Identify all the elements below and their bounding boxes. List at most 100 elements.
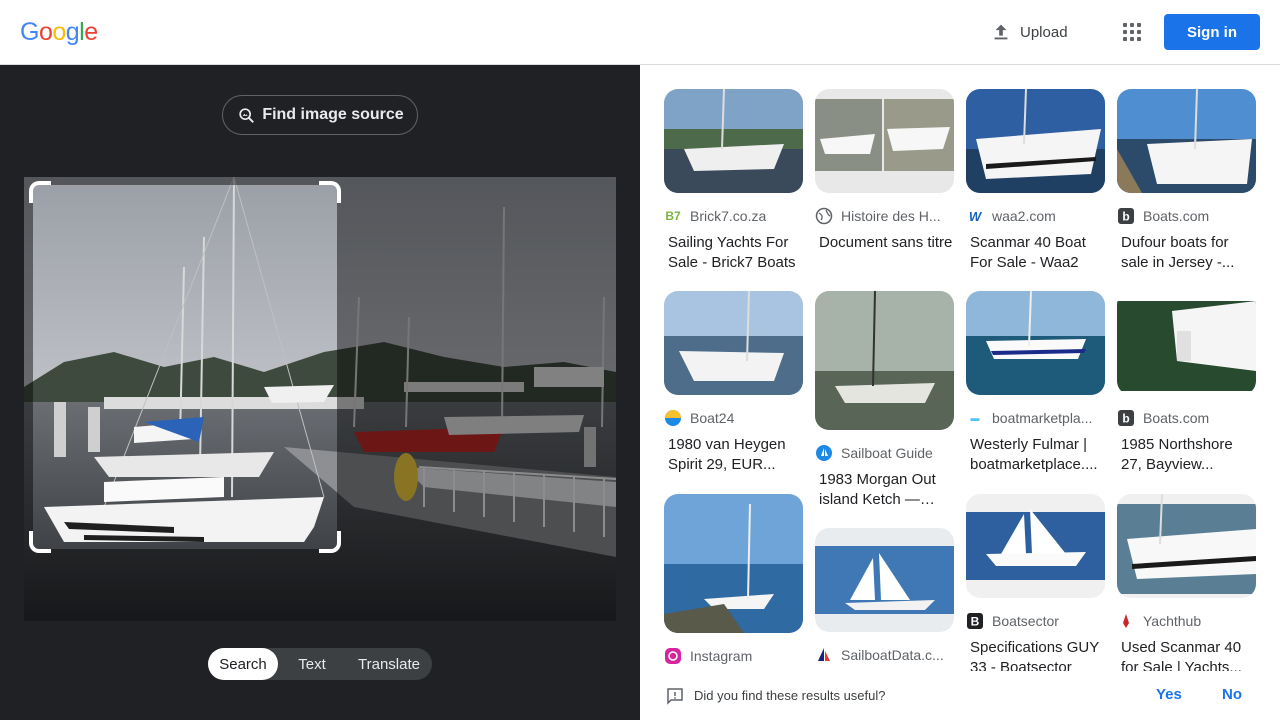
result-card[interactable]: Boat24 1980 van Heygen Spirit 29, EUR...	[664, 291, 803, 475]
apps-grid-icon[interactable]	[1120, 20, 1144, 44]
result-thumbnail[interactable]	[815, 528, 954, 632]
boatsector-favicon: B	[966, 612, 984, 630]
result-source: W waa2.com	[966, 207, 1105, 225]
mode-tabs: Search Text Translate	[208, 648, 432, 680]
result-thumbnail[interactable]	[1117, 89, 1256, 193]
svg-text:b: b	[1122, 210, 1129, 224]
result-title[interactable]: Dufour boats for sale in Jersey -...	[1117, 233, 1256, 273]
boat24-favicon	[664, 409, 682, 427]
result-thumbnail[interactable]	[815, 89, 954, 193]
feedback-question: Did you find these results useful?	[694, 688, 886, 703]
upload-icon	[994, 24, 1008, 40]
find-image-source-label: Find image source	[262, 106, 404, 123]
result-thumbnail[interactable]	[966, 89, 1105, 193]
result-source: Boat24	[664, 409, 803, 427]
result-source-name: boatmarketpla...	[992, 410, 1093, 426]
globe-icon	[815, 207, 833, 225]
boatmarketplace-favicon: ▬	[970, 413, 980, 423]
result-source-name: Brick7.co.za	[690, 208, 767, 224]
result-source-name: Sailboat Guide	[841, 445, 933, 461]
google-logo[interactable]: Google	[20, 18, 98, 47]
result-card[interactable]: Yachthub Used Scanmar 40 for Sale | Yach…	[1117, 494, 1256, 678]
result-source-name: Boats.com	[1143, 208, 1210, 224]
feedback-yes-button[interactable]: Yes	[1156, 686, 1182, 703]
result-card[interactable]: Sailboat Guide 1983 Morgan Out island Ke…	[815, 291, 954, 510]
crop-handle-bottom-left[interactable]	[29, 531, 51, 553]
feedback-icon	[667, 688, 683, 705]
yachthub-favicon	[1117, 612, 1135, 630]
result-thumbnail[interactable]	[1117, 291, 1256, 395]
result-card[interactable]: ▬ boatmarketpla... Westerly Fulmar | boa…	[966, 291, 1105, 475]
result-card[interactable]: B7 Brick7.co.za Sailing Yachts For Sale …	[664, 89, 803, 273]
result-thumbnail[interactable]	[966, 291, 1105, 395]
logo-letter: e	[84, 18, 98, 46]
result-source: B7 Brick7.co.za	[664, 207, 803, 225]
waa2-favicon: W	[968, 208, 982, 224]
tab-search[interactable]: Search	[208, 648, 278, 680]
image-search-icon	[239, 108, 254, 123]
result-card[interactable]: B Boatsector Specifications GUY 33 - Boa…	[966, 494, 1105, 678]
sailboat-guide-favicon	[815, 444, 833, 462]
result-card[interactable]: Histoire des H... Document sans titre	[815, 89, 954, 273]
result-card[interactable]: b Boats.com Dufour boats for sale in Jer…	[1117, 89, 1256, 273]
crop-selection[interactable]	[29, 181, 341, 553]
result-thumbnail[interactable]	[815, 291, 954, 430]
result-source-name: Boats.com	[1143, 410, 1210, 426]
result-thumbnail[interactable]	[664, 494, 803, 633]
result-title[interactable]: Sailing Yachts For Sale - Brick7 Boats	[664, 233, 803, 273]
result-source-name: Yachthub	[1143, 613, 1202, 629]
crop-handle-top-right[interactable]	[319, 181, 341, 203]
result-source-name: Histoire des H...	[841, 208, 941, 224]
instagram-icon	[664, 647, 682, 665]
boats-com-favicon: b	[1117, 409, 1135, 427]
result-card[interactable]: b Boats.com 1985 Northshore 27, Bayview.…	[1117, 291, 1256, 475]
tab-text[interactable]: Text	[278, 648, 346, 680]
result-source: Sailboat Guide	[815, 444, 954, 462]
result-title[interactable]: Scanmar 40 Boat For Sale - Waa2	[966, 233, 1105, 273]
crop-bright-region	[33, 185, 337, 549]
result-thumbnail[interactable]	[664, 291, 803, 395]
result-title[interactable]: 1985 Northshore 27, Bayview...	[1117, 435, 1256, 475]
result-title[interactable]: Document sans titre	[815, 233, 954, 273]
crop-handle-bottom-right[interactable]	[319, 531, 341, 553]
result-source-name: Instagram	[690, 648, 753, 664]
upload-label: Upload	[1020, 23, 1068, 41]
find-image-source-button[interactable]: Find image source	[222, 95, 418, 135]
tab-translate[interactable]: Translate	[346, 648, 432, 680]
result-thumbnail[interactable]	[966, 494, 1105, 598]
crop-photo	[33, 185, 337, 549]
result-card[interactable]: W waa2.com Scanmar 40 Boat For Sale - Wa…	[966, 89, 1105, 273]
crop-handle-top-left[interactable]	[29, 181, 51, 203]
result-source: ▬ boatmarketpla...	[966, 409, 1105, 427]
result-source: Yachthub	[1117, 612, 1256, 630]
result-title[interactable]: 1983 Morgan Out island Ketch — Fo...	[815, 470, 954, 510]
result-source-name: Boatsector	[992, 613, 1059, 629]
upload-button[interactable]: Upload	[990, 18, 1068, 46]
result-source: Instagram	[664, 647, 803, 665]
result-thumbnail[interactable]	[664, 89, 803, 193]
result-source: b Boats.com	[1117, 409, 1256, 427]
svg-text:B: B	[971, 615, 980, 629]
result-source: SailboatData.c...	[815, 646, 954, 664]
sign-in-button[interactable]: Sign in	[1164, 14, 1260, 50]
result-title[interactable]: 1980 van Heygen Spirit 29, EUR...	[664, 435, 803, 475]
feedback-bar: Did you find these results useful? Yes N…	[640, 671, 1280, 720]
sailboatdata-favicon	[815, 646, 833, 664]
logo-letter: o	[38, 18, 53, 46]
svg-text:b: b	[1122, 412, 1129, 426]
logo-letter: g	[65, 18, 80, 46]
result-thumbnail[interactable]	[1117, 494, 1256, 598]
query-image[interactable]	[24, 177, 616, 621]
result-title[interactable]: Westerly Fulmar | boatmarketplace....	[966, 435, 1105, 475]
boats-com-favicon: b	[1117, 207, 1135, 225]
result-source-name: Boat24	[690, 410, 735, 426]
result-card[interactable]: Instagram	[664, 494, 803, 665]
feedback-no-button[interactable]: No	[1222, 686, 1242, 703]
result-source-name: waa2.com	[992, 208, 1056, 224]
result-source: B Boatsector	[966, 612, 1105, 630]
logo-letter: G	[20, 18, 39, 46]
result-card[interactable]: SailboatData.c...	[815, 528, 954, 664]
result-source: Histoire des H...	[815, 207, 954, 225]
query-image-panel: Find image source Search Text Translate	[0, 65, 640, 720]
logo-letter: o	[52, 18, 66, 46]
